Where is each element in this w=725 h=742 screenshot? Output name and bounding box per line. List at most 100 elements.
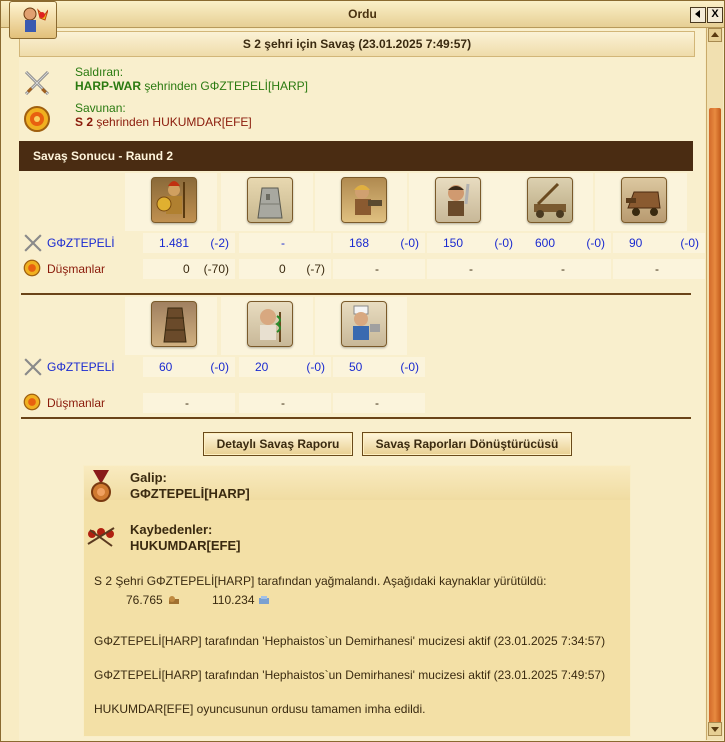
enemy-unit-count-cell: - — [613, 259, 705, 279]
shield-icon — [23, 105, 51, 133]
unit-count: 0 — [183, 262, 190, 276]
siege-tower-icon[interactable] — [151, 301, 197, 347]
units-row1-images — [21, 173, 693, 231]
losers-label: Kaybedenler: — [130, 522, 213, 537]
own-unit-count-cell: 60 (-0) — [143, 357, 235, 377]
city-wall-icon[interactable] — [247, 177, 293, 223]
enemies-side-label: Düşmanlar — [47, 262, 106, 276]
medal-icon — [91, 470, 111, 502]
enemy-unit-count-cell: - — [519, 259, 611, 279]
unit-count: 168 — [349, 236, 370, 250]
unit-loss: (-0) — [400, 360, 419, 374]
defender-block: Savunan: S 2 şehrinden HUKUMDAR[EFE] — [23, 101, 623, 137]
unit-count: - — [375, 396, 379, 410]
crossed-swords-icon — [24, 234, 42, 252]
swordsman-icon[interactable] — [435, 177, 481, 223]
attacker-from-text: şehrinden — [144, 79, 198, 93]
winner-player-link[interactable]: GΦZTEPELİ[HARP] — [130, 486, 250, 501]
plunder-text: S 2 Şehri GΦZTEPELİ[HARP] tarafından yağ… — [94, 574, 547, 588]
detailed-report-button[interactable]: Detaylı Savaş Raporu — [203, 432, 353, 456]
attacker-city-link[interactable]: HARP-WAR — [75, 79, 141, 93]
unit-loss: (-0) — [400, 236, 419, 250]
wood-resource-icon — [169, 596, 179, 604]
defender-player-link[interactable]: HUKUMDAR[EFE] — [152, 115, 251, 129]
defender-label: Savunan: — [75, 101, 126, 115]
unit-cell — [221, 173, 313, 231]
report-converter-button[interactable]: Savaş Raporları Dönüştürücüsü — [362, 432, 572, 456]
scroll-up-arrow-icon[interactable] — [708, 28, 722, 42]
ram-icon[interactable] — [621, 177, 667, 223]
window-title: Ordu — [348, 7, 377, 21]
own-unit-count-cell: - — [239, 233, 331, 253]
resource-stone-value: 110.234 — [212, 593, 255, 607]
army-app-icon[interactable] — [9, 1, 57, 39]
unit-count: - — [375, 262, 379, 276]
unit-count: - — [281, 396, 285, 410]
close-button[interactable]: X — [707, 7, 723, 23]
attacker-block: Saldıran: HARP-WAR şehrinden GΦZTEPELİ[H… — [23, 65, 623, 101]
crossed-swords-icon — [23, 69, 51, 97]
own-side-label[interactable]: GΦZTEPELİ — [47, 360, 115, 374]
enemy-unit-count-cell: 0 (-7) — [239, 259, 331, 279]
catapult-icon[interactable] — [527, 177, 573, 223]
unit-loss: (-2) — [210, 236, 229, 250]
hoplite-icon[interactable] — [151, 177, 197, 223]
scroll-down-arrow-icon[interactable] — [708, 722, 722, 736]
divider — [21, 293, 691, 295]
own-side-label[interactable]: GΦZTEPELİ — [47, 236, 115, 250]
enemies-side-label: Düşmanlar — [47, 396, 106, 410]
unit-loss: (-0) — [210, 360, 229, 374]
own-unit-count-cell: 20 (-0) — [239, 357, 331, 377]
winner-label: Galip: — [130, 470, 167, 485]
fallen-soldiers-icon — [87, 527, 115, 547]
unit-count: - — [469, 262, 473, 276]
title-bar: Ordu X — [1, 1, 724, 28]
unit-count: - — [185, 396, 189, 410]
unit-count: 90 — [629, 236, 643, 250]
attacker-label: Saldıran: — [75, 65, 124, 79]
battle-summary: Galip: GΦZTEPELİ[HARP] Kaybedenler: HUKU… — [83, 465, 631, 737]
scroll-thumb[interactable] — [709, 108, 721, 723]
miracle-text-2: GΦZTEPELİ[HARP] tarafından 'Hephaistos`u… — [94, 668, 606, 682]
enemy-unit-count-cell: - — [333, 259, 425, 279]
loser-player-link[interactable]: HUKUMDAR[EFE] — [130, 538, 241, 553]
cook-icon[interactable] — [341, 301, 387, 347]
back-arrow-icon[interactable] — [690, 7, 706, 23]
unit-count: - — [281, 236, 285, 250]
enemy-unit-count-cell: - — [427, 259, 519, 279]
unit-count: 50 — [349, 360, 363, 374]
own-unit-count-cell: 150 (-0) — [427, 233, 519, 253]
unit-loss: (-0) — [680, 236, 699, 250]
unit-cell — [125, 297, 217, 355]
shield-icon — [23, 393, 41, 411]
doctor-icon[interactable] — [247, 301, 293, 347]
unit-cell — [409, 173, 501, 231]
defender-line: S 2 şehrinden HUKUMDAR[EFE] — [75, 115, 252, 129]
unit-cell — [315, 297, 407, 355]
own-unit-count-cell: 600 (-0) — [519, 233, 611, 253]
own-unit-count-cell: 168 (-0) — [333, 233, 425, 253]
own-unit-count-cell: 90 (-0) — [613, 233, 705, 253]
slinger-icon[interactable] — [341, 177, 387, 223]
attacker-line: HARP-WAR şehrinden GΦZTEPELİ[HARP] — [75, 79, 308, 93]
own-units-row2: GΦZTEPELİ 60 (-0) 20 (-0) 50 (-0) — [21, 357, 693, 377]
unit-count: 1.481 — [159, 236, 190, 250]
battle-result-header: Savaş Sonucu - Raund 2 — [19, 141, 693, 171]
unit-loss: (-70) — [203, 262, 229, 276]
vertical-scrollbar[interactable] — [706, 28, 723, 740]
silver-resource-icon — [259, 596, 269, 604]
enemy-units-row2: Düşmanlar - - - — [21, 393, 693, 413]
shield-icon — [23, 259, 41, 277]
unit-count: - — [655, 262, 659, 276]
unit-cell — [125, 173, 217, 231]
unit-loss: (-0) — [586, 236, 605, 250]
unit-count: - — [561, 262, 565, 276]
own-unit-count-cell: 50 (-0) — [333, 357, 425, 377]
resource-wood-value: 76.765 — [126, 593, 163, 607]
enemy-unit-count-cell: - — [143, 393, 235, 413]
defender-city-link[interactable]: S 2 — [75, 115, 93, 129]
report-content: S 2 şehri için Savaş (23.01.2025 7:49:57… — [19, 29, 705, 741]
attacker-player-link[interactable]: GΦZTEPELİ[HARP] — [200, 79, 308, 93]
unit-loss: (-0) — [494, 236, 513, 250]
enemy-unit-count-cell: - — [239, 393, 331, 413]
